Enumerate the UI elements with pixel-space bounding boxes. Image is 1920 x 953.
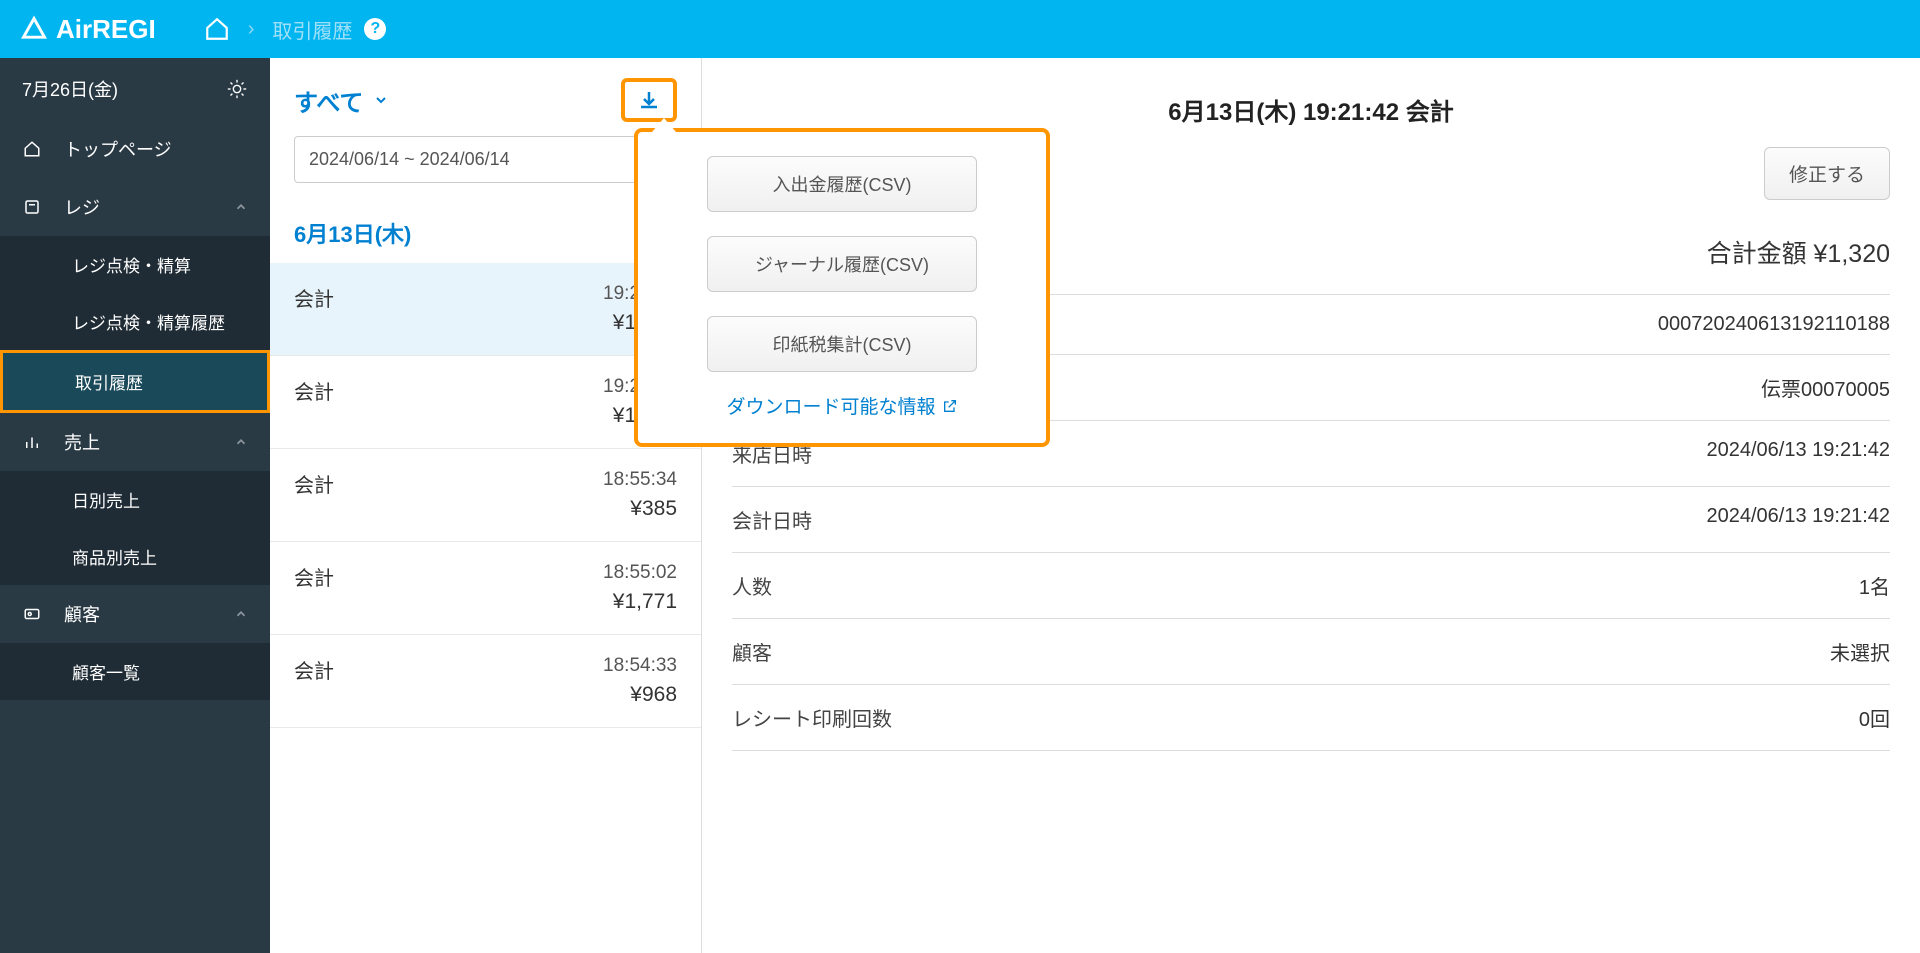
detail-row: 人数 1名 (732, 553, 1890, 619)
chart-icon (22, 433, 42, 451)
nav-label: レジ (64, 194, 100, 220)
txn-label: 会計 (294, 655, 334, 707)
detail-value: 伝票00070005 (1761, 373, 1890, 402)
txn-label: 会計 (294, 283, 334, 335)
help-icon[interactable]: ? (364, 18, 386, 40)
external-link-icon (942, 398, 958, 414)
transaction-item[interactable]: 会計 18:54:33 ¥968 (270, 635, 701, 728)
nav-label: 売上 (64, 429, 100, 455)
txn-time: 18:55:34 (603, 469, 677, 491)
date-range-input[interactable] (294, 136, 677, 183)
filter-dropdown[interactable]: すべて (294, 83, 389, 118)
filter-label: すべて (294, 83, 363, 118)
chevron-up-icon (234, 607, 248, 621)
current-date: 7月26日(金) (22, 76, 118, 102)
detail-row: 顧客 未選択 (732, 619, 1890, 685)
txn-time: 18:55:02 (603, 562, 677, 584)
nav-label: トップページ (64, 136, 172, 162)
download-icon (637, 88, 661, 112)
export-cash-csv-button[interactable]: 入出金履歴(CSV) (707, 156, 977, 212)
detail-value: 未選択 (1830, 637, 1890, 666)
detail-value: 2024/06/13 19:21:42 (1706, 505, 1890, 534)
export-journal-csv-button[interactable]: ジャーナル履歴(CSV) (707, 236, 977, 292)
sidebar-date-header: 7月26日(金) (0, 58, 270, 120)
breadcrumb-separator: › (248, 18, 255, 41)
sidebar-item-register[interactable]: レジ (0, 178, 270, 236)
home-icon[interactable] (204, 16, 230, 42)
sidebar-item-sales[interactable]: 売上 (0, 413, 270, 471)
detail-value: 2024/06/13 19:21:42 (1706, 439, 1890, 468)
sidebar-sub-transaction-history[interactable]: 取引履歴 (0, 350, 270, 413)
app-logo: AirREGI (20, 14, 156, 45)
app-header: AirREGI › 取引履歴 ? (0, 0, 1920, 58)
popover-arrow (652, 118, 676, 132)
total-amount: ¥1,320 (1814, 240, 1890, 268)
link-text: ダウンロード可能な情報 (726, 392, 935, 419)
breadcrumb-text[interactable]: 取引履歴 (272, 15, 352, 44)
chevron-up-icon (234, 435, 248, 449)
total-label: 合計金額 (1707, 240, 1807, 268)
detail-value: 000720240613192110188 (1658, 313, 1890, 336)
sun-icon[interactable] (226, 78, 248, 100)
logo-icon (20, 15, 48, 43)
transaction-item[interactable]: 会計 18:55:02 ¥1,771 (270, 542, 701, 635)
edit-button[interactable]: 修正する (1764, 147, 1890, 200)
nav-label: 顧客 (64, 601, 100, 627)
register-icon (22, 198, 42, 216)
detail-value: 0回 (1859, 703, 1890, 732)
sidebar-sub-product-sales[interactable]: 商品別売上 (0, 528, 270, 585)
txn-amount: ¥968 (603, 683, 677, 707)
detail-row: 会計日時 2024/06/13 19:21:42 (732, 487, 1890, 553)
detail-row: レシート印刷回数 0回 (732, 685, 1890, 751)
sidebar-sub-daily-sales[interactable]: 日別売上 (0, 471, 270, 528)
download-info-link[interactable]: ダウンロード可能な情報 (662, 392, 1022, 419)
transaction-item[interactable]: 会計 18:55:34 ¥385 (270, 449, 701, 542)
export-stamp-csv-button[interactable]: 印紙税集計(CSV) (707, 316, 977, 372)
detail-label: 人数 (732, 571, 772, 600)
detail-label: 顧客 (732, 637, 772, 666)
txn-time: 18:54:33 (603, 655, 677, 677)
txn-amount: ¥385 (603, 497, 677, 521)
sidebar-sub-customer-list[interactable]: 顧客一覧 (0, 643, 270, 700)
txn-label: 会計 (294, 376, 334, 428)
txn-label: 会計 (294, 562, 334, 614)
sidebar-sub-inspection-history[interactable]: レジ点検・精算履歴 (0, 293, 270, 350)
detail-label: レシート印刷回数 (732, 703, 892, 732)
chevron-up-icon (234, 200, 248, 214)
logo-text: AirREGI (56, 14, 156, 45)
sidebar: 7月26日(金) トップページ レジ レジ点検・精算 レジ点検・精算履歴 取引履… (0, 58, 270, 953)
chevron-down-icon (373, 92, 389, 108)
txn-label: 会計 (294, 469, 334, 521)
download-popover: 入出金履歴(CSV) ジャーナル履歴(CSV) 印紙税集計(CSV) ダウンロー… (634, 128, 1050, 447)
sidebar-sub-inspection[interactable]: レジ点検・精算 (0, 236, 270, 293)
txn-amount: ¥1,771 (603, 590, 677, 614)
detail-label: 会計日時 (732, 505, 812, 534)
sidebar-item-customers[interactable]: 顧客 (0, 585, 270, 643)
customers-icon (22, 605, 42, 623)
sidebar-item-top[interactable]: トップページ (0, 120, 270, 178)
download-button[interactable] (621, 78, 677, 122)
detail-value: 1名 (1859, 571, 1890, 600)
home-nav-icon (22, 140, 42, 158)
